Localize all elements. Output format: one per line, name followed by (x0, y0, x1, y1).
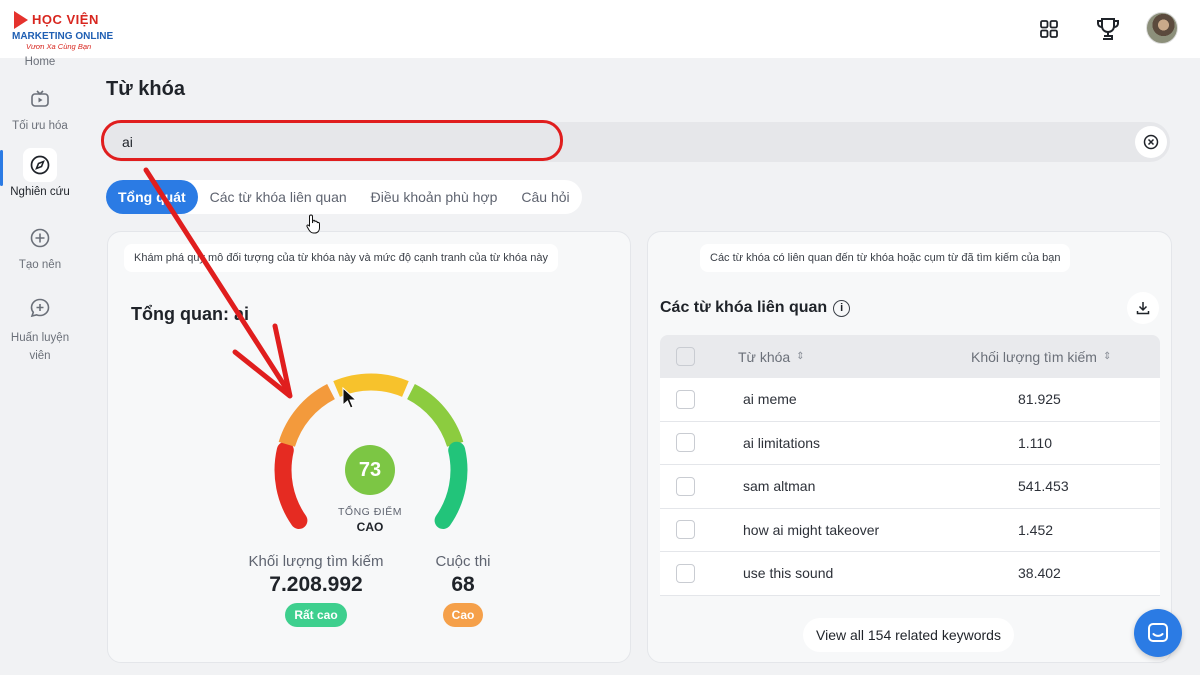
sort-icon: ⇕ (1102, 351, 1112, 362)
row-checkbox[interactable] (676, 389, 695, 409)
row-keyword: use this sound (743, 565, 834, 582)
row-keyword: ai meme (743, 391, 797, 408)
table-row[interactable]: ai limitations 1.110 (660, 421, 1160, 465)
logo-play-icon (14, 11, 28, 29)
competition-badge: Cao (442, 603, 484, 627)
logo-line-2: MARKETING ONLINE (12, 31, 114, 42)
gauge-segment-high (434, 441, 468, 529)
row-keyword: how ai might takeover (743, 521, 880, 538)
keyword-column-header[interactable]: Từ khóa ⇕ (738, 349, 943, 365)
overview-panel: Khám phá quy mô đối tượng của từ khóa nà… (107, 231, 631, 663)
row-checkbox[interactable] (676, 433, 695, 453)
keyword-column-label: Từ khóa (738, 348, 791, 365)
related-keywords-panel: Các từ khóa có liên quan đến từ khóa hoặ… (647, 231, 1172, 663)
tab-bar: Tổng quát Các từ khóa liên quan Điều kho… (106, 180, 582, 214)
apps-grid-icon (1040, 20, 1058, 38)
table-row[interactable]: ai meme 81.925 (660, 378, 1160, 422)
sidebar-item-coach[interactable]: Huấn luyện viên (0, 291, 80, 365)
tab-questions[interactable]: Câu hỏi (509, 180, 581, 214)
sidebar-item-home[interactable]: Home (0, 56, 80, 68)
related-note: Các từ khóa có liên quan đến từ khóa hoặ… (700, 244, 1071, 272)
view-all-related-button[interactable]: View all 154 related keywords (803, 618, 1014, 652)
volume-column-label: Khối lượng tìm kiếm (971, 348, 1097, 365)
page-title: Từ khóa (106, 78, 185, 100)
logo-line-1: HỌC VIỆN (32, 12, 99, 27)
row-volume: 541.453 (1018, 478, 1069, 495)
plus-circle-icon (23, 221, 57, 255)
table-row[interactable]: how ai might takeover 1.452 (660, 508, 1160, 552)
related-keywords-title: Các từ khóa liên quan (660, 299, 828, 316)
search-volume-metric: Khối lượng tìm kiếm 7.208.992 Rất cao (245, 553, 387, 627)
search-volume-label: Khối lượng tìm kiếm (248, 553, 384, 570)
trophy-icon (1097, 18, 1119, 40)
table-row[interactable]: sam altman 541.453 (660, 465, 1160, 509)
competition-metric: Cuộc thi 68 Cao (426, 553, 500, 627)
competition-label: Cuộc thi (435, 553, 491, 570)
table-header: Từ khóa ⇕ Khối lượng tìm kiếm ⇕ (660, 335, 1160, 378)
brand-logo[interactable]: HỌC VIỆN MARKETING ONLINE Vươn Xa Cùng B… (12, 10, 114, 52)
sort-icon: ⇕ (796, 351, 805, 362)
sidebar-item-label: Home (24, 56, 56, 68)
row-checkbox[interactable] (676, 476, 695, 496)
sidebar-item-label: Huấn luyện viên (10, 332, 70, 362)
tab-related-keywords[interactable]: Các từ khóa liên quan (198, 180, 359, 214)
search-volume-value: 7.208.992 (269, 573, 363, 596)
sidebar: Home Tối ưu hóa Nghiên cứu Tạo nên Huấn … (0, 56, 80, 675)
gauge-segment-medium-high (406, 384, 464, 448)
sidebar-item-create[interactable]: Tạo nên (0, 221, 80, 271)
row-volume: 1.452 (1018, 521, 1054, 538)
search-input[interactable] (122, 132, 1022, 152)
download-icon (1136, 302, 1150, 315)
row-volume: 1.110 (1018, 434, 1052, 451)
user-avatar[interactable] (1146, 12, 1178, 44)
total-score-label: TỔNG ĐIỂM (338, 506, 402, 518)
tab-matching-terms[interactable]: Điều khoản phù hợp (359, 180, 510, 214)
video-optimize-icon (23, 82, 57, 116)
trophy-button[interactable] (1092, 13, 1124, 45)
competition-value: 68 (451, 573, 475, 596)
tab-overview[interactable]: Tổng quát (106, 180, 198, 214)
gauge-segment-medium-low (278, 384, 336, 448)
row-checkbox[interactable] (676, 563, 695, 583)
close-circle-icon (1143, 134, 1159, 150)
search-volume-badge: Rất cao (285, 603, 347, 627)
keyword-search-bar (104, 122, 1170, 162)
overview-note: Khám phá quy mô đối tượng của từ khóa nà… (124, 244, 558, 272)
table-row[interactable]: use this sound 38.402 (660, 552, 1160, 596)
top-bar: HỌC VIỆN MARKETING ONLINE Vươn Xa Cùng B… (0, 0, 1200, 58)
clear-search-button[interactable] (1135, 126, 1167, 158)
sidebar-item-label: Nghiên cứu (10, 186, 70, 198)
sidebar-item-research[interactable]: Nghiên cứu (0, 148, 80, 198)
gauge-segment-medium (333, 373, 409, 397)
download-button[interactable] (1127, 292, 1159, 324)
row-volume: 38.402 (1018, 565, 1061, 582)
chat-icon (1148, 623, 1168, 642)
sidebar-item-optimize[interactable]: Tối ưu hóa (0, 82, 80, 132)
select-all-checkbox[interactable] (676, 347, 695, 366)
apps-grid-button[interactable] (1033, 13, 1065, 45)
total-score: 73 (345, 445, 395, 495)
related-keywords-heading: Các từ khóa liên quan i (660, 299, 851, 317)
related-keywords-table: Từ khóa ⇕ Khối lượng tìm kiếm ⇕ ai meme … (660, 335, 1160, 596)
coach-chat-icon (23, 291, 57, 325)
total-score-level: CAO (356, 520, 384, 534)
row-keyword: ai limitations (743, 434, 821, 451)
row-volume: 81.925 (1018, 391, 1061, 408)
row-checkbox[interactable] (676, 520, 695, 540)
logo-tagline: Vươn Xa Cùng Bạn (26, 42, 92, 51)
sidebar-item-label: Tạo nên (18, 259, 62, 271)
gauge-segment-low (274, 441, 308, 529)
compass-icon (23, 148, 57, 182)
volume-column-header[interactable]: Khối lượng tìm kiếm ⇕ (971, 349, 1111, 365)
sidebar-item-label: Tối ưu hóa (12, 120, 68, 132)
row-keyword: sam altman (743, 478, 816, 495)
support-chat-button[interactable] (1134, 609, 1182, 657)
info-icon[interactable]: i (833, 299, 851, 317)
overview-title: Tổng quan: ai (131, 304, 249, 324)
